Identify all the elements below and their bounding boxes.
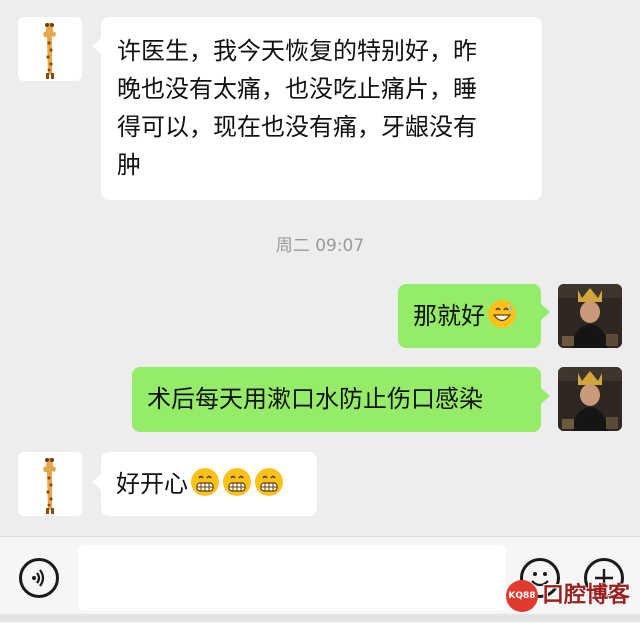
message-text: 那就好 bbox=[413, 302, 485, 330]
user-photo-avatar[interactable] bbox=[558, 284, 622, 348]
grimace-emoji bbox=[254, 467, 284, 497]
bubble-tail bbox=[541, 388, 550, 404]
grimace-emoji bbox=[222, 467, 252, 497]
message-bubble-incoming[interactable]: 好开心 bbox=[101, 452, 317, 516]
grinning-sweat-emoji bbox=[487, 299, 517, 329]
message-line: 晚也没有太痛，也没吃止痛片，睡 bbox=[117, 75, 477, 103]
message-input[interactable] bbox=[78, 545, 506, 611]
message-bubble-outgoing[interactable]: 术后每天用漱口水防止伤口感染 bbox=[132, 367, 541, 432]
grimace-emoji bbox=[190, 467, 220, 497]
message-bubble-outgoing[interactable]: 那就好 bbox=[398, 284, 541, 348]
timestamp: 周二 09:07 bbox=[275, 236, 365, 256]
giraffe-avatar[interactable] bbox=[18, 452, 82, 516]
message-text: 术后每天用漱口水防止伤口感染 bbox=[147, 385, 483, 413]
giraffe-avatar[interactable] bbox=[18, 17, 82, 81]
watermark-text: 口腔博客 bbox=[542, 583, 631, 608]
bubble-tail bbox=[92, 38, 101, 54]
chat-area: 许医生，我今天恢复的特别好，昨 晚也没有太痛，也没吃止痛片，睡 得可以，现在也没… bbox=[0, 0, 640, 536]
message-line: 许医生，我今天恢复的特别好，昨 bbox=[117, 37, 477, 65]
bubble-tail bbox=[92, 474, 101, 490]
watermark-logo: KQ88 bbox=[506, 580, 538, 612]
message-line: 得可以，现在也没有痛，牙龈没有 bbox=[117, 113, 477, 141]
user-photo-avatar[interactable] bbox=[558, 367, 622, 431]
message-bubble-incoming[interactable]: 许医生，我今天恢复的特别好，昨 晚也没有太痛，也没吃止痛片，睡 得可以，现在也没… bbox=[101, 17, 542, 200]
message-line: 肿 bbox=[117, 151, 141, 179]
watermark: KQ88 口腔博客 bbox=[506, 578, 640, 618]
message-text: 好开心 bbox=[116, 470, 188, 498]
voice-icon[interactable] bbox=[19, 558, 59, 598]
bubble-tail bbox=[541, 304, 550, 320]
